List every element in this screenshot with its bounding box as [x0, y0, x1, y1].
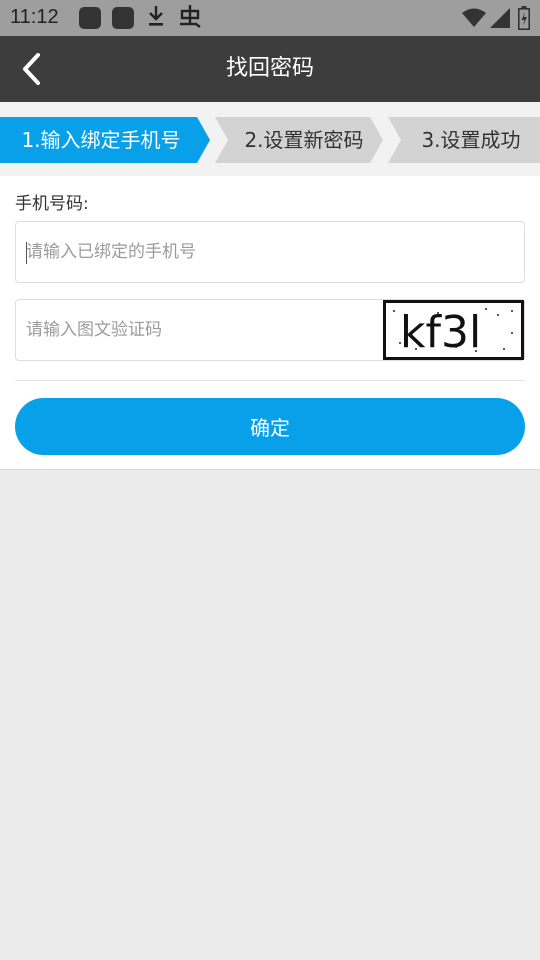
- phone-field-container: [15, 221, 525, 283]
- step-2-new-password: 2.设置新密码: [215, 117, 383, 163]
- signal-icon: [490, 8, 510, 28]
- step-3-success: 3.设置成功: [388, 117, 540, 163]
- back-button[interactable]: [14, 50, 52, 88]
- captcha-image[interactable]: kf3l: [383, 300, 524, 360]
- step-indicator: 1.输入绑定手机号 2.设置新密码 3.设置成功: [0, 102, 540, 176]
- captcha-field-container: kf3l: [15, 299, 525, 361]
- download-icon: [147, 4, 165, 34]
- phone-input[interactable]: [26, 222, 506, 282]
- confirm-button[interactable]: 确定: [15, 398, 525, 455]
- bug-icon: [178, 3, 202, 35]
- title-bar: 找回密码: [0, 36, 540, 102]
- status-time: 11:12: [10, 6, 59, 28]
- form-panel: 手机号码: kf3l 确定: [0, 176, 540, 470]
- app-icon: [112, 7, 134, 29]
- wifi-icon: [462, 8, 486, 27]
- battery-icon: [518, 6, 530, 30]
- step-1-bind-phone: 1.输入绑定手机号: [0, 117, 210, 163]
- status-bar: 11:12: [0, 0, 540, 36]
- app-icon: [79, 7, 101, 29]
- page-title: 找回密码: [225, 56, 314, 81]
- phone-label: 手机号码:: [15, 194, 89, 214]
- captcha-text: kf3l: [400, 307, 481, 357]
- chevron-left-icon: [23, 53, 40, 85]
- divider: [15, 380, 525, 381]
- captcha-input[interactable]: [26, 300, 376, 360]
